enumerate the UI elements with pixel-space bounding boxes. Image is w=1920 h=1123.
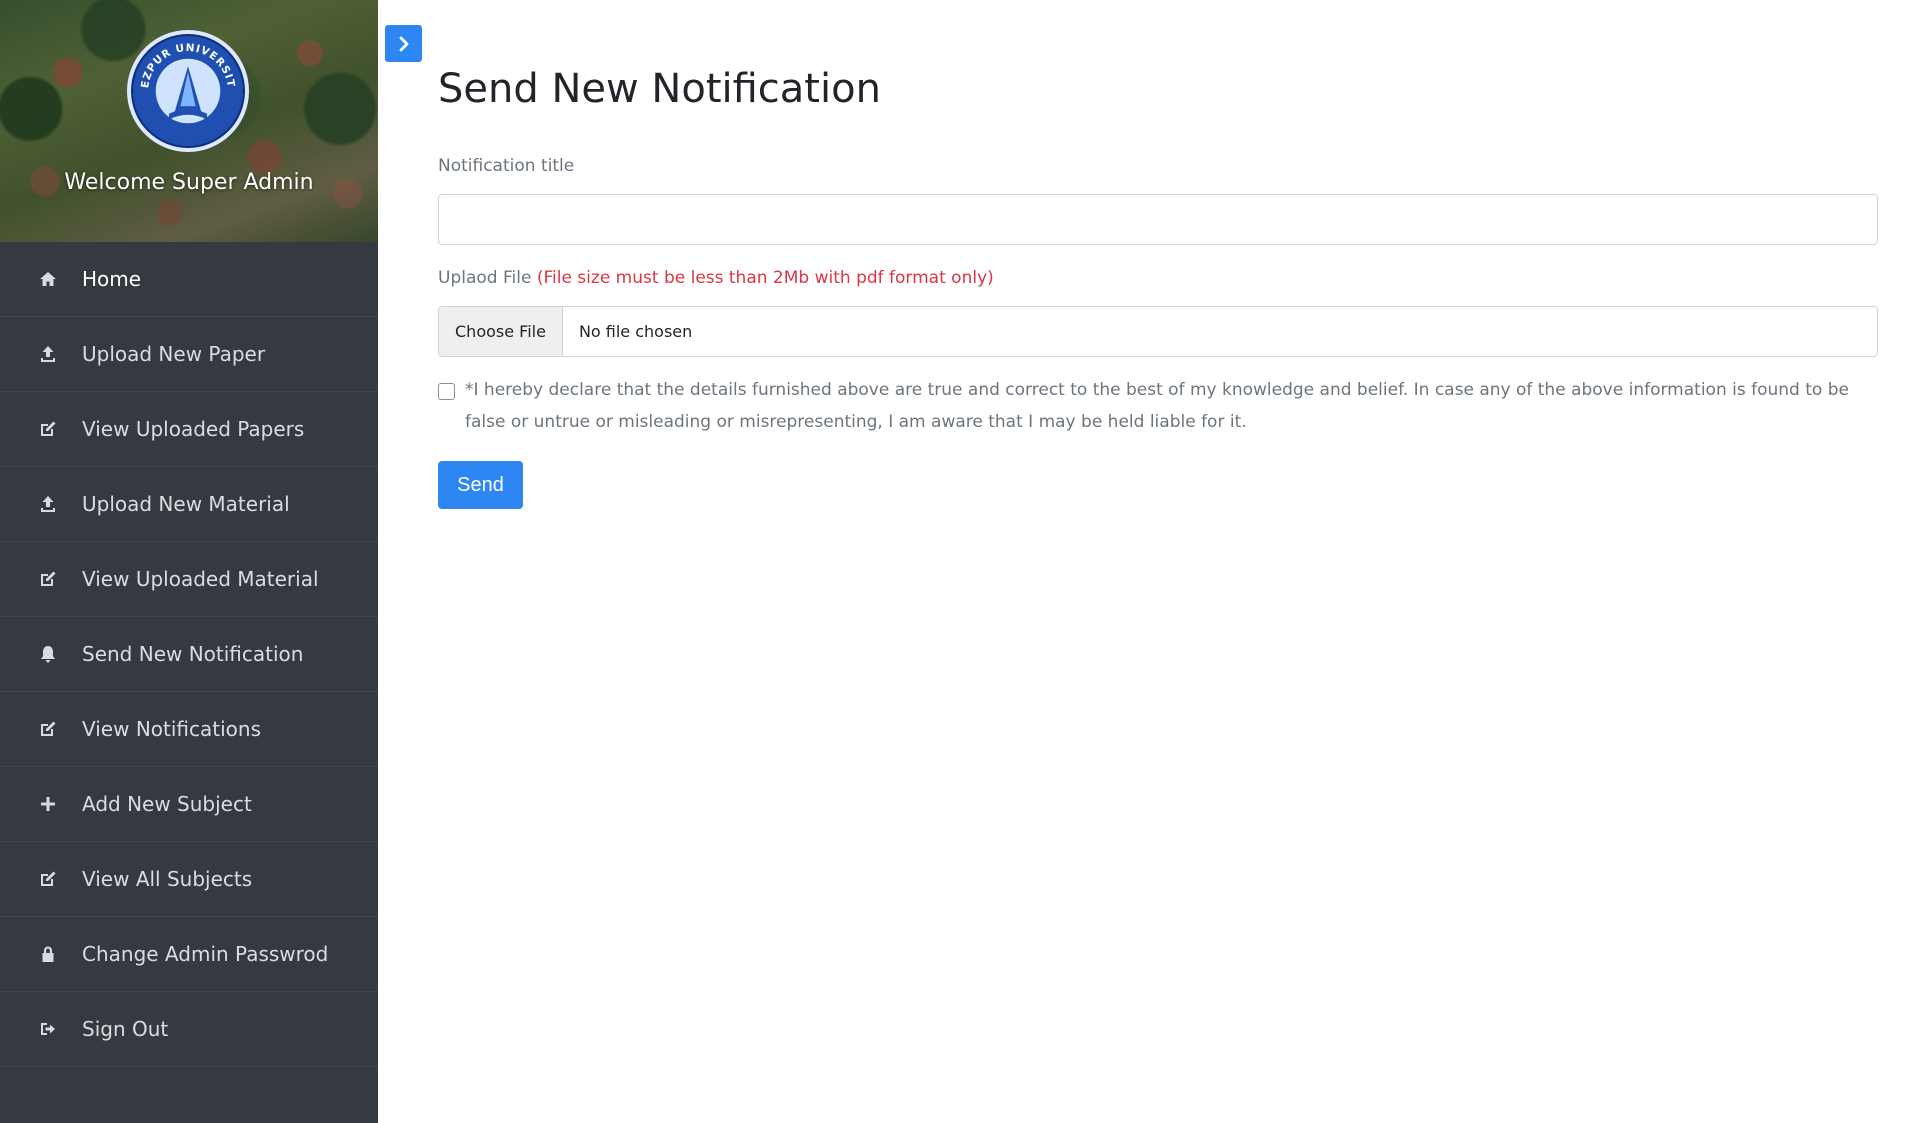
upload-icon: [36, 492, 60, 516]
welcome-text: Welcome Super Admin: [64, 170, 314, 195]
sidebar-item-label: Change Admin Passwrod: [82, 942, 329, 966]
chevron-right-icon: [399, 36, 408, 51]
sidebar-item-upload-new-paper[interactable]: Upload New Paper: [0, 317, 378, 392]
sidebar-header: TEZPUR UNIVERSITY Welcome Super Admin: [0, 0, 378, 242]
sidebar-nav: Home Upload New Paper View Uploaded Pape…: [0, 242, 378, 1067]
edit-icon: [36, 867, 60, 891]
sidebar-item-add-new-subject[interactable]: Add New Subject: [0, 767, 378, 842]
sidebar-item-label: View Uploaded Material: [82, 567, 319, 591]
upload-file-label-text: Uplaod File: [438, 268, 532, 288]
sidebar-item-change-admin-password[interactable]: Change Admin Passwrod: [0, 917, 378, 992]
page-title: Send New Notification: [438, 66, 881, 112]
sidebar-item-view-uploaded-material[interactable]: View Uploaded Material: [0, 542, 378, 617]
upload-icon: [36, 342, 60, 366]
university-logo: TEZPUR UNIVERSITY: [126, 25, 249, 152]
home-icon: [36, 267, 60, 291]
file-upload-field[interactable]: Choose File No file chosen: [438, 306, 1878, 357]
sidebar-item-label: Home: [82, 267, 142, 291]
sidebar-item-label: View Notifications: [82, 717, 261, 741]
edit-icon: [36, 567, 60, 591]
lock-icon: [36, 942, 60, 966]
sidebar-item-sign-out[interactable]: Sign Out: [0, 992, 378, 1067]
send-button[interactable]: Send: [438, 461, 523, 509]
upload-file-label: Uplaod File (File size must be less than…: [438, 268, 994, 288]
notification-title-input[interactable]: [438, 194, 1878, 245]
sidebar-item-label: Upload New Paper: [82, 342, 266, 366]
sidebar: TEZPUR UNIVERSITY Welcome Super Admin Ho…: [0, 0, 378, 1123]
file-status-text: No file chosen: [578, 322, 693, 341]
sidebar-item-view-all-subjects[interactable]: View All Subjects: [0, 842, 378, 917]
choose-file-button[interactable]: Choose File: [439, 307, 563, 356]
notification-title-label: Notification title: [438, 156, 575, 176]
sidebar-item-view-notifications[interactable]: View Notifications: [0, 692, 378, 767]
declaration-checkbox[interactable]: [438, 383, 455, 400]
file-size-note: (File size must be less than 2Mb with pd…: [536, 268, 994, 288]
sidebar-item-upload-new-material[interactable]: Upload New Material: [0, 467, 378, 542]
sidebar-item-home[interactable]: Home: [0, 242, 378, 317]
plus-icon: [36, 792, 60, 816]
edit-icon: [36, 417, 60, 441]
edit-icon: [36, 717, 60, 741]
sidebar-item-label: Send New Notification: [82, 642, 304, 666]
sidebar-item-label: Upload New Material: [82, 492, 290, 516]
declaration-row: *I hereby declare that the details furni…: [438, 378, 1878, 438]
sidebar-item-label: Sign Out: [82, 1017, 169, 1041]
sidebar-toggle-button[interactable]: [385, 25, 422, 62]
bell-icon: [36, 642, 60, 666]
sidebar-item-send-new-notification[interactable]: Send New Notification: [0, 617, 378, 692]
sidebar-item-label: View All Subjects: [82, 867, 253, 891]
sidebar-item-view-uploaded-papers[interactable]: View Uploaded Papers: [0, 392, 378, 467]
sign-out-icon: [36, 1017, 60, 1041]
sidebar-item-label: View Uploaded Papers: [82, 417, 305, 441]
declaration-text: *I hereby declare that the details furni…: [465, 380, 1849, 432]
sidebar-item-label: Add New Subject: [82, 792, 252, 816]
